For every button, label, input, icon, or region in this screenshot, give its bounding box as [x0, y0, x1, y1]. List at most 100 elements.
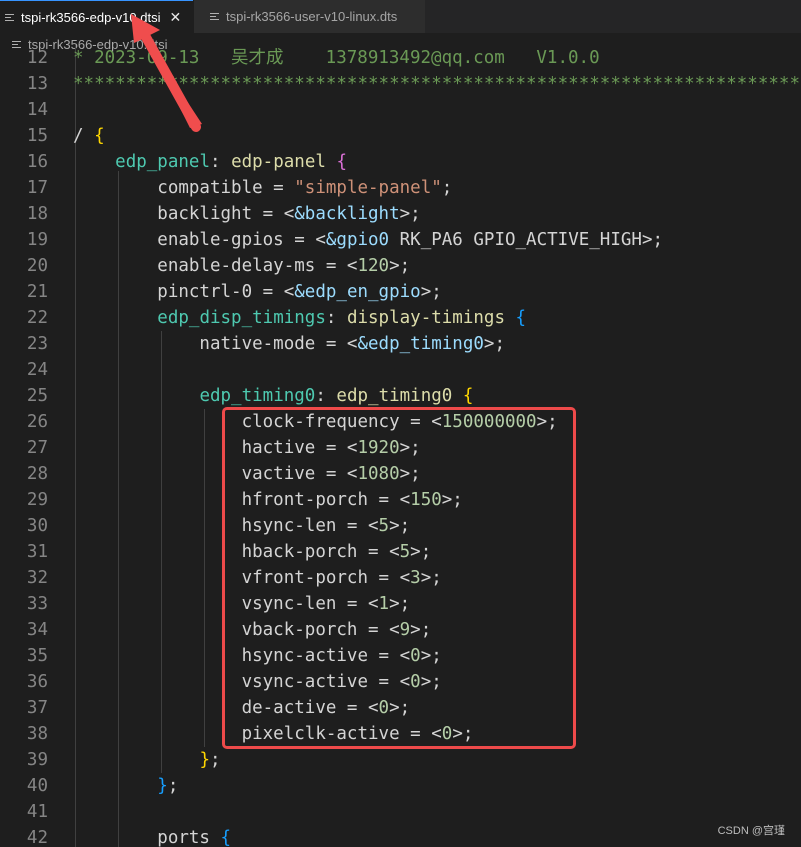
- code-text: * 2023-09-13 吴才成 1378913492@qq.com V1.0.…: [73, 45, 600, 71]
- line-number: 26: [26, 412, 48, 432]
- code-line[interactable]: 17 compatible = "simple-panel";: [0, 175, 801, 201]
- code-token: compatible =: [73, 178, 295, 198]
- line-number: 18: [26, 204, 48, 224]
- line-number: 24: [26, 360, 48, 380]
- code-token: backlight = <: [73, 204, 295, 224]
- code-token: edp-panel: [231, 152, 326, 172]
- code-token: {: [220, 828, 232, 847]
- code-line[interactable]: 15 / {: [0, 123, 801, 149]
- code-token: >;: [483, 334, 505, 354]
- highlight-box: [222, 407, 576, 749]
- code-token: display-timings: [346, 308, 505, 328]
- code-token: &gpio0: [325, 230, 390, 250]
- code-line[interactable]: 41: [0, 799, 801, 825]
- line-number: 33: [26, 594, 48, 614]
- code-line[interactable]: 16 edp_panel: edp-panel {: [0, 149, 801, 175]
- code-line[interactable]: 20 enable-delay-ms = <120>;: [0, 253, 801, 279]
- tab-label: tspi-rk3566-edp-v10.dtsi: [21, 9, 161, 25]
- code-line[interactable]: 18 backlight = <&backlight>;: [0, 201, 801, 227]
- close-icon[interactable]: ✕: [169, 9, 181, 26]
- line-number: 35: [26, 646, 48, 666]
- line-number: 36: [26, 672, 48, 692]
- code-token: {: [515, 308, 527, 328]
- code-line[interactable]: 23 native-mode = <&edp_timing0>;: [0, 331, 801, 357]
- file-lines-icon: [210, 11, 219, 22]
- line-number: 20: [26, 256, 48, 276]
- code-token: >;: [399, 204, 421, 224]
- line-number: 23: [26, 334, 48, 354]
- code-token: native-mode = <: [73, 334, 358, 354]
- code-token: {: [94, 126, 105, 146]
- code-token: &edp_timing0: [357, 334, 484, 354]
- code-token: }: [199, 750, 210, 770]
- code-token: * 2023-09-13 吴才成 1378913492@qq.com V1.0.…: [73, 48, 600, 68]
- line-number: 22: [26, 308, 48, 328]
- code-line[interactable]: 25 edp_timing0: edp_timing0 {: [0, 383, 801, 409]
- line-number: 17: [26, 178, 48, 198]
- code-text: pinctrl-0 = <&edp_en_gpio>;: [73, 279, 442, 305]
- line-number: 30: [26, 516, 48, 536]
- line-number: 14: [26, 100, 48, 120]
- code-text: / {: [73, 123, 105, 149]
- code-token: >;: [389, 256, 411, 276]
- code-text: enable-delay-ms = <120>;: [73, 253, 410, 279]
- line-number: 27: [26, 438, 48, 458]
- code-line[interactable]: 42 ports {: [0, 825, 801, 847]
- line-number: 40: [26, 776, 48, 796]
- line-number: 13: [26, 74, 48, 94]
- code-token: }: [157, 776, 168, 796]
- tab-edp-dtsi[interactable]: tspi-rk3566-edp-v10.dtsi ✕: [0, 0, 193, 33]
- code-line[interactable]: 24: [0, 357, 801, 383]
- code-token: enable-delay-ms = <: [73, 256, 358, 276]
- code-token: {: [336, 152, 347, 172]
- code-token: edp_timing0: [336, 386, 453, 406]
- line-number: 32: [26, 568, 48, 588]
- tab-label: tspi-rk3566-user-v10-linux.dts: [226, 9, 398, 24]
- line-number: 41: [26, 802, 48, 822]
- code-token: &backlight: [294, 204, 400, 224]
- code-line[interactable]: 22 edp_disp_timings: display-timings {: [0, 305, 801, 331]
- code-token: {: [462, 386, 474, 406]
- code-token: :: [315, 386, 337, 406]
- line-number: 29: [26, 490, 48, 510]
- line-number: 38: [26, 724, 48, 744]
- code-text: backlight = <&backlight>;: [73, 201, 421, 227]
- code-text: edp_panel: edp-panel {: [73, 149, 347, 175]
- file-lines-icon: [5, 12, 14, 23]
- code-token: ****************************************…: [73, 74, 801, 94]
- code-line[interactable]: 19 enable-gpios = <&gpio0 RK_PA6 GPIO_AC…: [0, 227, 801, 253]
- code-line[interactable]: 12 * 2023-09-13 吴才成 1378913492@qq.com V1.…: [0, 45, 801, 71]
- code-token: ;: [209, 750, 221, 770]
- code-line[interactable]: 13 **************************************…: [0, 71, 801, 97]
- code-token: ;: [441, 178, 453, 198]
- code-token: ;: [167, 776, 179, 796]
- line-number: 39: [26, 750, 48, 770]
- code-text: edp_disp_timings: display-timings {: [73, 305, 526, 331]
- code-token: edp_timing0: [199, 386, 316, 406]
- line-number: 25: [26, 386, 48, 406]
- code-line[interactable]: 39 };: [0, 747, 801, 773]
- code-text: ****************************************…: [73, 71, 801, 97]
- code-text: edp_timing0: edp_timing0 {: [73, 383, 473, 409]
- code-token: edp_panel: [115, 152, 210, 172]
- code-token: RK_PA6 GPIO_ACTIVE_HIGH>;: [389, 230, 664, 250]
- code-text: };: [73, 747, 221, 773]
- code-line[interactable]: 21 pinctrl-0 = <&edp_en_gpio>;: [0, 279, 801, 305]
- code-token: pinctrl-0 = <: [73, 282, 295, 302]
- code-text: enable-gpios = <&gpio0 RK_PA6 GPIO_ACTIV…: [73, 227, 663, 253]
- code-token: "simple-panel": [294, 178, 442, 198]
- code-line[interactable]: 14: [0, 97, 801, 123]
- code-text: compatible = "simple-panel";: [73, 175, 452, 201]
- tab-user-linux-dts[interactable]: tspi-rk3566-user-v10-linux.dts: [193, 0, 425, 33]
- line-number: 12: [26, 48, 48, 68]
- code-token: /: [73, 126, 95, 146]
- code-line[interactable]: 40 };: [0, 773, 801, 799]
- code-text: };: [73, 773, 178, 799]
- code-token: :: [325, 308, 347, 328]
- line-number: 34: [26, 620, 48, 640]
